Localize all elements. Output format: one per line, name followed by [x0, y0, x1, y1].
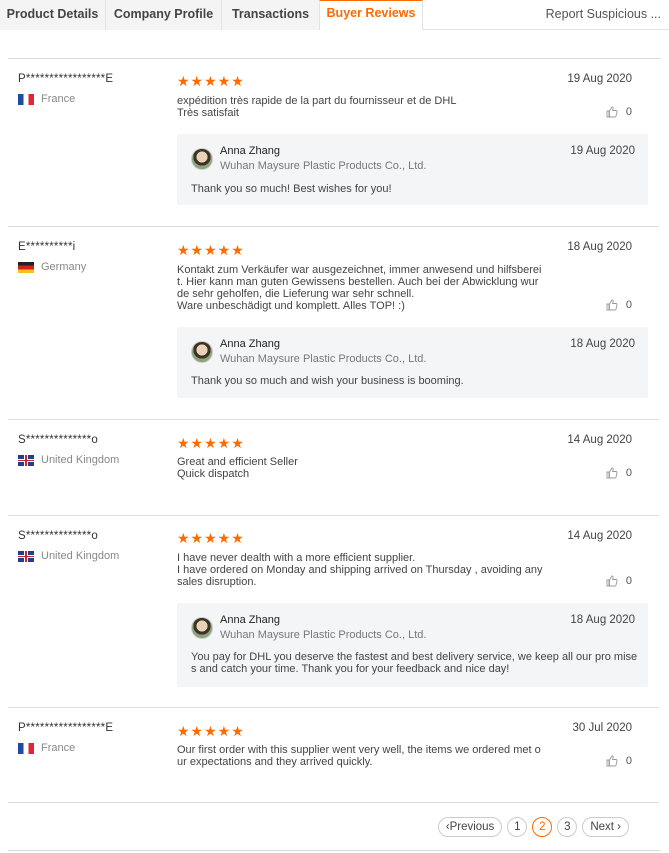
rating-stars: ★★★★★	[177, 530, 245, 546]
rating-stars: ★★★★★	[177, 435, 245, 451]
tab-bar: Product Details Company Profile Transact…	[0, 0, 669, 30]
thumbs-up-icon	[606, 106, 618, 118]
like-button[interactable]: 0	[606, 299, 632, 311]
review-text: Great and efficient Seller Quick dispatc…	[177, 456, 298, 480]
reply-company: Wuhan Maysure Plastic Products Co., Ltd.	[220, 353, 427, 365]
avatar	[191, 617, 213, 639]
like-count: 0	[625, 755, 632, 767]
like-count: 0	[625, 575, 632, 587]
seller-reply: Anna Zhang Wuhan Maysure Plastic Product…	[177, 327, 648, 398]
review-text: I have never dealth with a more efficien…	[177, 552, 543, 588]
page-1-button[interactable]: 1	[507, 817, 528, 837]
like-button[interactable]: 0	[606, 575, 632, 587]
like-button[interactable]: 0	[606, 467, 632, 479]
pagination: ‹Previous 1 2 3 Next ›	[433, 817, 629, 837]
reply-author: Anna Zhang	[220, 338, 280, 350]
buyer-name: S**************o	[18, 530, 98, 542]
thumbs-up-icon	[606, 467, 618, 479]
uk-flag-icon	[18, 550, 34, 562]
reply-text: You pay for DHL you deserve the fastest …	[191, 651, 638, 675]
review-date: 30 Jul 2020	[572, 722, 632, 734]
france-flag-icon	[18, 742, 34, 754]
like-button[interactable]: 0	[606, 106, 632, 118]
buyer-country: United Kingdom	[18, 550, 119, 562]
review-item: P*****************E France ★★★★★ 19 Aug …	[8, 59, 659, 227]
thumbs-up-icon	[606, 755, 618, 767]
country-label: France	[41, 742, 76, 754]
thumbs-up-icon	[606, 575, 618, 587]
rating-stars: ★★★★★	[177, 723, 245, 739]
review-text: expédition très rapide de la part du fou…	[177, 95, 457, 119]
page-3-button[interactable]: 3	[557, 817, 578, 837]
chevron-right-icon: ›	[613, 821, 621, 833]
reply-date: 18 Aug 2020	[570, 338, 635, 350]
seller-reply: Anna Zhang Wuhan Maysure Plastic Product…	[177, 603, 648, 687]
like-button[interactable]: 0	[606, 755, 632, 767]
review-date: 18 Aug 2020	[567, 241, 632, 253]
buyer-name: S**************o	[18, 434, 98, 446]
avatar	[191, 341, 213, 363]
reply-date: 18 Aug 2020	[570, 614, 635, 626]
previous-label: Previous	[449, 821, 495, 833]
germany-flag-icon	[18, 261, 34, 273]
reply-author: Anna Zhang	[220, 614, 280, 626]
like-count: 0	[625, 106, 632, 118]
reply-company: Wuhan Maysure Plastic Products Co., Ltd.	[220, 629, 427, 641]
next-button[interactable]: Next ›	[582, 817, 629, 837]
buyer-country: France	[18, 93, 75, 105]
reply-company: Wuhan Maysure Plastic Products Co., Ltd.	[220, 160, 427, 172]
report-suspicious-link[interactable]: Report Suspicious ...	[546, 0, 661, 30]
buyer-name: P*****************E	[18, 722, 114, 734]
rating-stars: ★★★★★	[177, 73, 245, 89]
buyer-country: France	[18, 742, 75, 754]
page-2-button[interactable]: 2	[532, 817, 553, 837]
like-count: 0	[625, 299, 632, 311]
reply-date: 19 Aug 2020	[570, 145, 635, 157]
previous-button[interactable]: ‹Previous	[437, 817, 503, 837]
country-label: Germany	[41, 261, 87, 273]
like-count: 0	[625, 467, 632, 479]
buyer-name: E**********i	[18, 241, 76, 253]
tab-company-profile[interactable]: Company Profile	[106, 0, 222, 30]
country-label: United Kingdom	[41, 550, 120, 562]
reply-text: Thank you so much! Best wishes for you!	[191, 183, 392, 195]
reply-text: Thank you so much and wish your business…	[191, 375, 464, 387]
uk-flag-icon	[18, 454, 34, 466]
review-text: Our first order with this supplier went …	[177, 744, 541, 768]
review-item: E**********i Germany ★★★★★ 18 Aug 2020 K…	[8, 227, 659, 420]
thumbs-up-icon	[606, 299, 618, 311]
seller-reply: Anna Zhang Wuhan Maysure Plastic Product…	[177, 134, 648, 205]
country-label: United Kingdom	[41, 454, 120, 466]
france-flag-icon	[18, 93, 34, 105]
reply-author: Anna Zhang	[220, 145, 280, 157]
review-date: 14 Aug 2020	[567, 530, 632, 542]
tab-buyer-reviews[interactable]: Buyer Reviews	[319, 0, 423, 30]
rating-stars: ★★★★★	[177, 242, 245, 258]
review-date: 14 Aug 2020	[567, 434, 632, 446]
review-item: P*****************E France ★★★★★ 30 Jul …	[8, 708, 659, 803]
next-label: Next	[590, 821, 614, 833]
avatar	[191, 148, 213, 170]
review-item: S**************o United Kingdom ★★★★★ 14…	[8, 420, 659, 516]
divider	[8, 850, 661, 851]
review-item: S**************o United Kingdom ★★★★★ 14…	[8, 516, 659, 708]
tab-product-details[interactable]: Product Details	[0, 0, 106, 30]
review-date: 19 Aug 2020	[567, 73, 632, 85]
country-label: France	[41, 93, 76, 105]
buyer-country: United Kingdom	[18, 454, 119, 466]
tab-transactions[interactable]: Transactions	[222, 0, 320, 30]
buyer-country: Germany	[18, 261, 86, 273]
buyer-name: P*****************E	[18, 73, 114, 85]
review-text: Kontakt zum Verkäufer war ausgezeichnet,…	[177, 264, 542, 312]
